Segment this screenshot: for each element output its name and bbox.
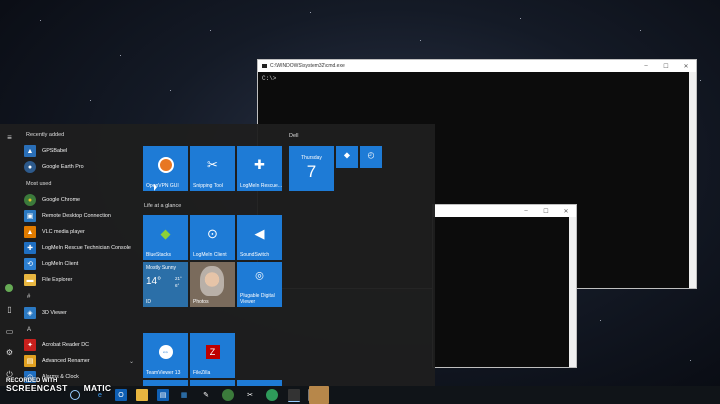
maximize-button[interactable]: ☐: [536, 208, 556, 215]
cmd-scrollbar[interactable]: [689, 72, 696, 288]
advanced-renamer-icon: ▤: [24, 355, 36, 367]
filezilla-icon: Z: [205, 344, 220, 359]
tile-plugable[interactable]: ◎ Plugable Digital Viewer: [237, 262, 282, 307]
hamburger-icon[interactable]: ≡: [5, 133, 14, 142]
app-acrobat[interactable]: ✦ Acrobat Reader DC: [24, 338, 134, 352]
cmd-titlebar[interactable]: C:\WINDOWS\system32\cmd.exe – ☐ ✕: [258, 60, 696, 72]
plugable-label: Plugable Digital Viewer: [240, 293, 275, 305]
3d-viewer-icon: ◈: [24, 307, 36, 319]
dell-group-heading[interactable]: Dell: [289, 133, 298, 139]
settings-icon[interactable]: ⚙: [5, 348, 14, 357]
fish-icon: ◆: [343, 150, 351, 160]
file-explorer-icon[interactable]: [136, 389, 148, 401]
acrobat-icon: ✦: [24, 339, 36, 351]
teamviewer-icon: ⇔: [158, 344, 173, 359]
cmd-icon[interactable]: [288, 389, 300, 402]
tile-weather[interactable]: Mostly Sunny 14° 21° 6° ID: [143, 262, 188, 307]
app-vlc[interactable]: ▲ VLC media player: [24, 225, 134, 239]
tile-soundswitch[interactable]: ◀ SoundSwitch: [237, 215, 282, 260]
logmein-client-icon: ⊙: [207, 225, 218, 241]
scissors-icon: ✂: [207, 156, 218, 172]
screencast-watermark: RECORDED WITH SCREENCAST MATIC: [6, 378, 112, 393]
minimize-button[interactable]: –: [516, 208, 536, 215]
logmein-rescue-icon: ✚: [24, 242, 36, 254]
letter-header-hash[interactable]: #: [27, 294, 30, 300]
tile-teamviewer[interactable]: ⇔ TeamViewer 13: [143, 333, 188, 378]
close-button[interactable]: ✕: [676, 63, 696, 70]
app-google-earth-pro[interactable]: ● Google Earth Pro: [24, 160, 134, 174]
weather-condition: Mostly Sunny: [146, 265, 177, 271]
app-google-chrome[interactable]: ● Google Chrome: [24, 193, 134, 207]
outlook-icon[interactable]: O: [115, 389, 127, 401]
chrome-icon[interactable]: [222, 389, 234, 401]
remote-desktop-icon: ▣: [24, 210, 36, 222]
pictures-icon[interactable]: ▭: [5, 327, 14, 336]
logmein-client-icon: ⟲: [24, 258, 36, 270]
outlook-app-icon[interactable]: ▤: [157, 389, 169, 401]
cmd-window-secondary[interactable]: – ☐ ✕: [432, 204, 577, 368]
start-menu: ≡ ▯ ▭ ⚙ ⏻ Recently added ▲ GPSBabel ● Go…: [0, 124, 435, 386]
windows-icon[interactable]: ▦: [178, 389, 190, 401]
life-group-heading[interactable]: Life at a glance: [144, 203, 181, 209]
tile-bluestacks[interactable]: ◆ BlueStacks: [143, 215, 188, 260]
weather-temp: 14°: [146, 276, 162, 287]
tile-logmein-client[interactable]: ⊙ LogMeIn Client: [190, 215, 235, 260]
logmein-rescue-icon: ✚: [254, 156, 265, 172]
recently-added-heading: Recently added: [26, 132, 65, 138]
google-earth-icon: ●: [24, 161, 36, 173]
speaker-icon: ◀: [254, 225, 265, 241]
user-avatar[interactable]: [5, 284, 13, 292]
maximize-button[interactable]: ☐: [656, 63, 676, 70]
documents-icon[interactable]: ▯: [5, 305, 14, 314]
gpsbabel-icon: ▲: [24, 145, 36, 157]
tile-snipping-tool[interactable]: ✂ Snipping Tool: [190, 146, 235, 191]
tile-dell-small-2[interactable]: ◴: [360, 146, 382, 168]
tile-dell-small-1[interactable]: ◆: [336, 146, 358, 168]
weather-location: ID: [146, 299, 151, 305]
app-remote-desktop[interactable]: ▣ Remote Desktop Connection: [24, 209, 134, 223]
secondary-scrollbar[interactable]: [569, 217, 576, 367]
tile-logmein-rescue[interactable]: ✚ LogMeIn Rescue...: [237, 146, 282, 191]
secondary-titlebar[interactable]: – ☐ ✕: [433, 205, 576, 217]
letter-header-a[interactable]: A: [27, 327, 31, 333]
cmd-title: C:\WINDOWS\system32\cmd.exe: [270, 63, 345, 69]
file-explorer-icon: ▬: [24, 274, 36, 286]
snipping-icon[interactable]: ✂: [244, 389, 256, 401]
weather-low: 6°: [175, 283, 180, 288]
chrome-icon: ●: [24, 194, 36, 206]
vlc-icon: ▲: [24, 226, 36, 238]
close-button[interactable]: ✕: [556, 208, 576, 215]
paint-icon[interactable]: ✎: [200, 389, 212, 401]
app-icon[interactable]: [309, 386, 329, 404]
app-advanced-renamer[interactable]: ▤ Advanced Renamer ⌄: [24, 354, 134, 368]
portrait-photo: [200, 266, 224, 296]
tile-openvpn[interactable]: OpenVPN GUI: [143, 146, 188, 191]
calendar-date: 7: [306, 162, 317, 181]
cmd-icon: [262, 64, 267, 68]
app-3d-viewer[interactable]: ◈ 3D Viewer: [24, 306, 134, 320]
openvpn-icon: [157, 156, 174, 173]
most-used-heading: Most used: [26, 181, 52, 187]
weather-high: 21°: [175, 276, 182, 281]
app-file-explorer[interactable]: ▬ File Explorer: [24, 273, 134, 287]
app-logmein-client[interactable]: ⟲ LogMeIn Client: [24, 257, 134, 271]
gauge-icon: ◴: [367, 150, 375, 160]
tile-filezilla[interactable]: Z FileZilla: [190, 333, 235, 378]
maps-icon[interactable]: [266, 389, 278, 401]
mouse-cursor: [154, 184, 157, 191]
minimize-button[interactable]: –: [636, 63, 656, 70]
chevron-down-icon[interactable]: ⌄: [129, 358, 134, 365]
cmd-prompt[interactable]: C:\>: [258, 72, 696, 85]
app-gpsbabel[interactable]: ▲ GPSBabel: [24, 144, 134, 158]
tile-photos[interactable]: Photos: [190, 262, 235, 307]
bluestacks-icon: ◆: [160, 225, 171, 241]
start-rail: ≡ ▯ ▭ ⚙ ⏻: [0, 124, 20, 386]
calendar-day: Thursday: [301, 155, 322, 161]
tile-calendar[interactable]: Thursday 7: [289, 146, 334, 191]
microscope-icon: ◎: [255, 270, 264, 281]
app-logmein-rescue-console[interactable]: ✚ LogMeIn Rescue Technician Console: [24, 241, 134, 255]
